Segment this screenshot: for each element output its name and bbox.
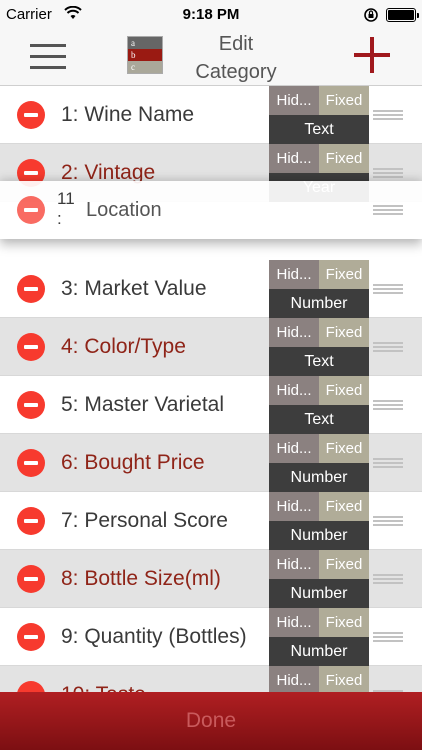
delete-field-icon[interactable] bbox=[17, 101, 45, 129]
battery-icon bbox=[386, 8, 419, 22]
delete-field-icon[interactable] bbox=[17, 507, 45, 535]
hidden-toggle[interactable]: Hid... bbox=[269, 550, 319, 579]
reorder-handle-icon[interactable] bbox=[373, 340, 403, 354]
field-controls: Hid... Fixed Number bbox=[269, 608, 369, 666]
field-row: 4: Color/Type Hid... Fixed Text bbox=[0, 318, 422, 376]
reorder-handle-icon[interactable] bbox=[373, 572, 403, 586]
delete-field-icon[interactable] bbox=[17, 681, 45, 692]
field-type-selector[interactable]: Text bbox=[269, 115, 369, 144]
field-type-selector[interactable]: Number bbox=[269, 463, 369, 492]
add-category-button[interactable] bbox=[353, 36, 391, 74]
field-controls: Hid... Fixed Number bbox=[269, 492, 369, 550]
field-name: Location bbox=[86, 199, 162, 221]
fixed-toggle[interactable]: Fixed bbox=[319, 318, 369, 347]
logo-letter-c: c bbox=[128, 61, 162, 73]
reorder-handle-icon[interactable] bbox=[373, 282, 403, 296]
reorder-handle-icon[interactable] bbox=[373, 398, 403, 412]
field-name: 3: Market Value bbox=[61, 277, 207, 300]
hidden-toggle[interactable]: Hid... bbox=[269, 434, 319, 463]
reorder-handle-icon[interactable] bbox=[373, 166, 403, 180]
field-name: 8: Bottle Size(ml) bbox=[61, 567, 221, 590]
field-row: 8: Bottle Size(ml) Hid... Fixed Number bbox=[0, 550, 422, 608]
field-name: 10: Taste bbox=[61, 666, 146, 692]
fixed-toggle[interactable]: Fixed bbox=[319, 376, 369, 405]
field-type-selector[interactable]: Number bbox=[269, 289, 369, 318]
dragging-field-row[interactable]: 11 : Location bbox=[0, 181, 422, 239]
field-controls: Hid... Fixed bbox=[269, 666, 369, 692]
orientation-lock-icon bbox=[364, 8, 378, 22]
reorder-handle-icon[interactable] bbox=[373, 456, 403, 470]
field-name: 6: Bought Price bbox=[61, 451, 205, 474]
field-row: 9: Quantity (Bottles) Hid... Fixed Numbe… bbox=[0, 608, 422, 666]
reorder-handle-icon[interactable] bbox=[373, 630, 403, 644]
status-time: 9:18 PM bbox=[182, 6, 240, 23]
delete-field-icon[interactable] bbox=[17, 391, 45, 419]
field-row: 5: Master Varietal Hid... Fixed Text bbox=[0, 376, 422, 434]
field-name: 4: Color/Type bbox=[61, 335, 186, 358]
category-field-list: 1: Wine Name Hid... Fixed Text 2: Vintag… bbox=[0, 86, 422, 692]
hidden-toggle[interactable]: Hid... bbox=[269, 376, 319, 405]
fixed-toggle[interactable]: Fixed bbox=[319, 666, 369, 692]
done-bar: Done bbox=[0, 692, 422, 750]
fixed-toggle[interactable]: Fixed bbox=[319, 260, 369, 289]
field-name: 9: Quantity (Bottles) bbox=[61, 625, 247, 648]
field-controls: Hid... Fixed Text bbox=[269, 86, 369, 144]
delete-field-icon[interactable] bbox=[17, 275, 45, 303]
delete-field-icon[interactable] bbox=[17, 565, 45, 593]
field-type-selector[interactable]: Number bbox=[269, 579, 369, 608]
done-button[interactable]: Done bbox=[0, 692, 422, 750]
field-name: 5: Master Varietal bbox=[61, 393, 225, 416]
field-type-selector[interactable]: Text bbox=[269, 347, 369, 376]
field-type-selector[interactable]: Number bbox=[269, 637, 369, 666]
app-logo: a b c bbox=[127, 36, 163, 74]
field-row: 7: Personal Score Hid... Fixed Number bbox=[0, 492, 422, 550]
field-controls: Hid... Fixed Number bbox=[269, 550, 369, 608]
fixed-toggle[interactable]: Fixed bbox=[319, 434, 369, 463]
field-row: 3: Market Value Hid... Fixed Number bbox=[0, 260, 422, 318]
field-name: 1: Wine Name bbox=[61, 103, 195, 126]
navigation-bar: a b c Edit Category bbox=[0, 30, 422, 86]
page-title: Edit Category bbox=[195, 33, 277, 83]
delete-field-icon[interactable] bbox=[17, 333, 45, 361]
reorder-handle-icon[interactable] bbox=[373, 108, 403, 122]
hidden-toggle[interactable]: Hid... bbox=[269, 492, 319, 521]
delete-field-icon[interactable] bbox=[17, 623, 45, 651]
hidden-toggle[interactable]: Hid... bbox=[269, 666, 319, 692]
field-type-selector[interactable]: Text bbox=[269, 405, 369, 434]
status-bar: Carrier 9:18 PM bbox=[0, 0, 422, 30]
fixed-toggle[interactable]: Fixed bbox=[319, 550, 369, 579]
reorder-handle-icon[interactable] bbox=[373, 203, 403, 217]
field-number: 11 : bbox=[57, 189, 75, 228]
hidden-toggle[interactable]: Hid... bbox=[269, 86, 319, 115]
fixed-toggle[interactable]: Fixed bbox=[319, 492, 369, 521]
field-controls: Hid... Fixed Text bbox=[269, 376, 369, 434]
hidden-toggle[interactable]: Hid... bbox=[269, 260, 319, 289]
logo-letter-a: a bbox=[128, 37, 162, 49]
hidden-toggle[interactable]: Hid... bbox=[269, 608, 319, 637]
hidden-toggle[interactable]: Hid... bbox=[269, 318, 319, 347]
fixed-toggle[interactable]: Fixed bbox=[319, 144, 369, 173]
delete-field-icon[interactable] bbox=[17, 196, 45, 224]
field-row: 10: Taste Hid... Fixed bbox=[0, 666, 422, 692]
field-controls: Hid... Fixed Number bbox=[269, 434, 369, 492]
hidden-toggle[interactable]: Hid... bbox=[269, 144, 319, 173]
hamburger-menu-icon[interactable] bbox=[30, 42, 66, 72]
field-name: 7: Personal Score bbox=[61, 509, 228, 532]
field-row: 6: Bought Price Hid... Fixed Number bbox=[0, 434, 422, 492]
fixed-toggle[interactable]: Fixed bbox=[319, 608, 369, 637]
fixed-toggle[interactable]: Fixed bbox=[319, 86, 369, 115]
delete-field-icon[interactable] bbox=[17, 449, 45, 477]
field-type-selector[interactable]: Number bbox=[269, 521, 369, 550]
field-row: 1: Wine Name Hid... Fixed Text bbox=[0, 86, 422, 144]
logo-letter-b: b bbox=[128, 49, 162, 61]
reorder-handle-icon[interactable] bbox=[373, 514, 403, 528]
field-controls: Hid... Fixed Number bbox=[269, 260, 369, 318]
field-controls: Hid... Fixed Text bbox=[269, 318, 369, 376]
